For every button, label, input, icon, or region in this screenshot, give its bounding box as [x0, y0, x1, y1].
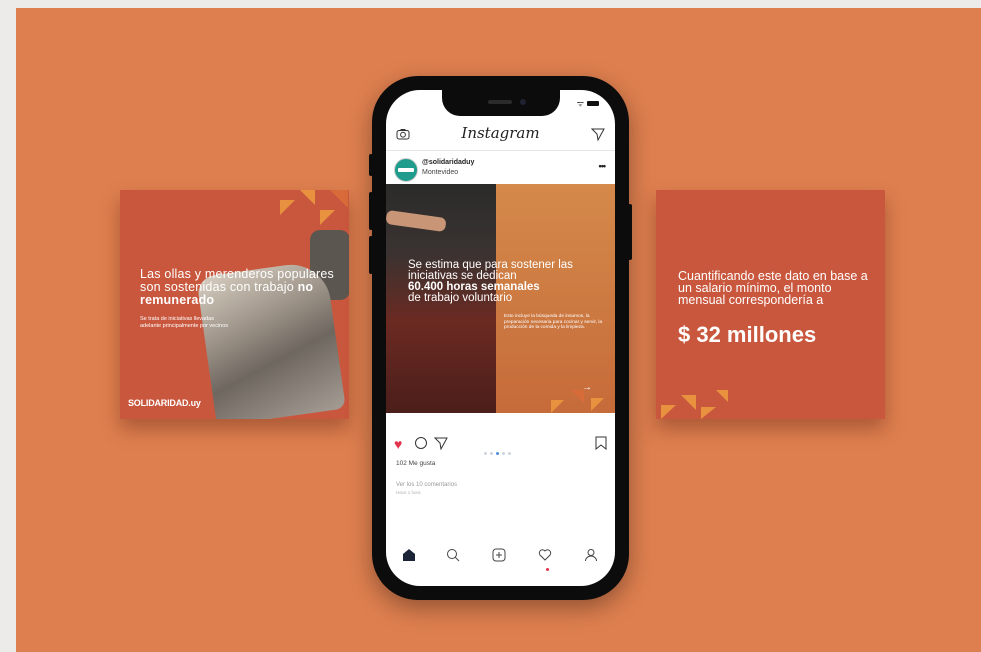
add-icon[interactable] — [492, 548, 506, 562]
instagram-header: Instagram — [386, 122, 615, 148]
comment-icon[interactable] — [414, 436, 428, 450]
pattern-decoration — [661, 390, 728, 419]
share-icon[interactable] — [434, 436, 448, 450]
carousel-indicator — [484, 442, 514, 460]
post-headline: Se estima que para sostener las iniciati… — [408, 259, 573, 304]
post-time: Hace 1 hora — [396, 490, 421, 495]
search-icon[interactable] — [446, 548, 460, 562]
wifi-icon: ᯤ — [576, 99, 584, 108]
left-card-subtext: Se trata de iniciativas llevadas adelant… — [140, 316, 229, 329]
volume-down-button — [369, 236, 373, 274]
more-options-icon[interactable]: ••• — [599, 161, 607, 171]
next-arrow-icon[interactable]: → — [582, 382, 592, 393]
profile-icon[interactable] — [584, 548, 598, 562]
left-card-headline: Las ollas y merenderos populares son sos… — [140, 267, 335, 307]
phone-notch — [442, 90, 560, 116]
carousel-dot — [484, 452, 487, 455]
header-divider — [386, 150, 615, 151]
post-subtext: Esto incluye la búsqueda de insumos, la … — [504, 314, 603, 331]
phone-screen: ᯤ Instagram @solidaridaduy Montevideo ••… — [386, 90, 615, 586]
view-comments-link[interactable]: Ver los 10 comentarios — [396, 482, 457, 488]
activity-icon[interactable] — [538, 548, 552, 562]
carousel-dot — [502, 452, 505, 455]
carousel-dot — [508, 452, 511, 455]
home-icon[interactable] — [402, 548, 416, 562]
post-actions: ♥ — [394, 436, 607, 455]
bookmark-icon[interactable] — [595, 436, 607, 450]
battery-icon — [587, 101, 599, 107]
send-icon[interactable] — [591, 128, 605, 141]
mockup-background: Las ollas y merenderos populares son sos… — [16, 8, 981, 652]
likes-count[interactable]: 102 Me gusta — [396, 460, 435, 467]
carousel-dot — [490, 452, 493, 455]
bottom-tab-bar — [386, 542, 615, 574]
avatar[interactable] — [394, 158, 418, 182]
right-card-headline: Cuantificando este dato en base a un sal… — [678, 269, 868, 307]
mute-switch — [369, 154, 373, 176]
notification-dot — [546, 568, 549, 571]
right-card-amount: $ 32 millones — [678, 322, 817, 347]
post-location[interactable]: Montevideo — [422, 169, 458, 176]
instagram-logo: Instagram — [461, 124, 540, 142]
left-post-card: Las ollas y merenderos populares son sos… — [120, 190, 349, 419]
pattern-decoration — [551, 390, 604, 413]
heart-icon[interactable]: ♥ — [394, 437, 402, 451]
volume-up-button — [369, 192, 373, 230]
post-image[interactable]: Se estima que para sostener las iniciati… — [386, 184, 615, 413]
post-username[interactable]: @solidaridaduy — [422, 159, 474, 166]
power-button — [628, 204, 632, 260]
phone-mockup: ᯤ Instagram @solidaridaduy Montevideo ••… — [369, 76, 632, 600]
right-post-card: Cuantificando este dato en base a un sal… — [656, 190, 885, 419]
status-bar: ᯤ — [577, 98, 599, 109]
brand-logo: SOLIDARIDAD.uy — [128, 398, 201, 408]
carousel-dot-active — [496, 452, 499, 455]
